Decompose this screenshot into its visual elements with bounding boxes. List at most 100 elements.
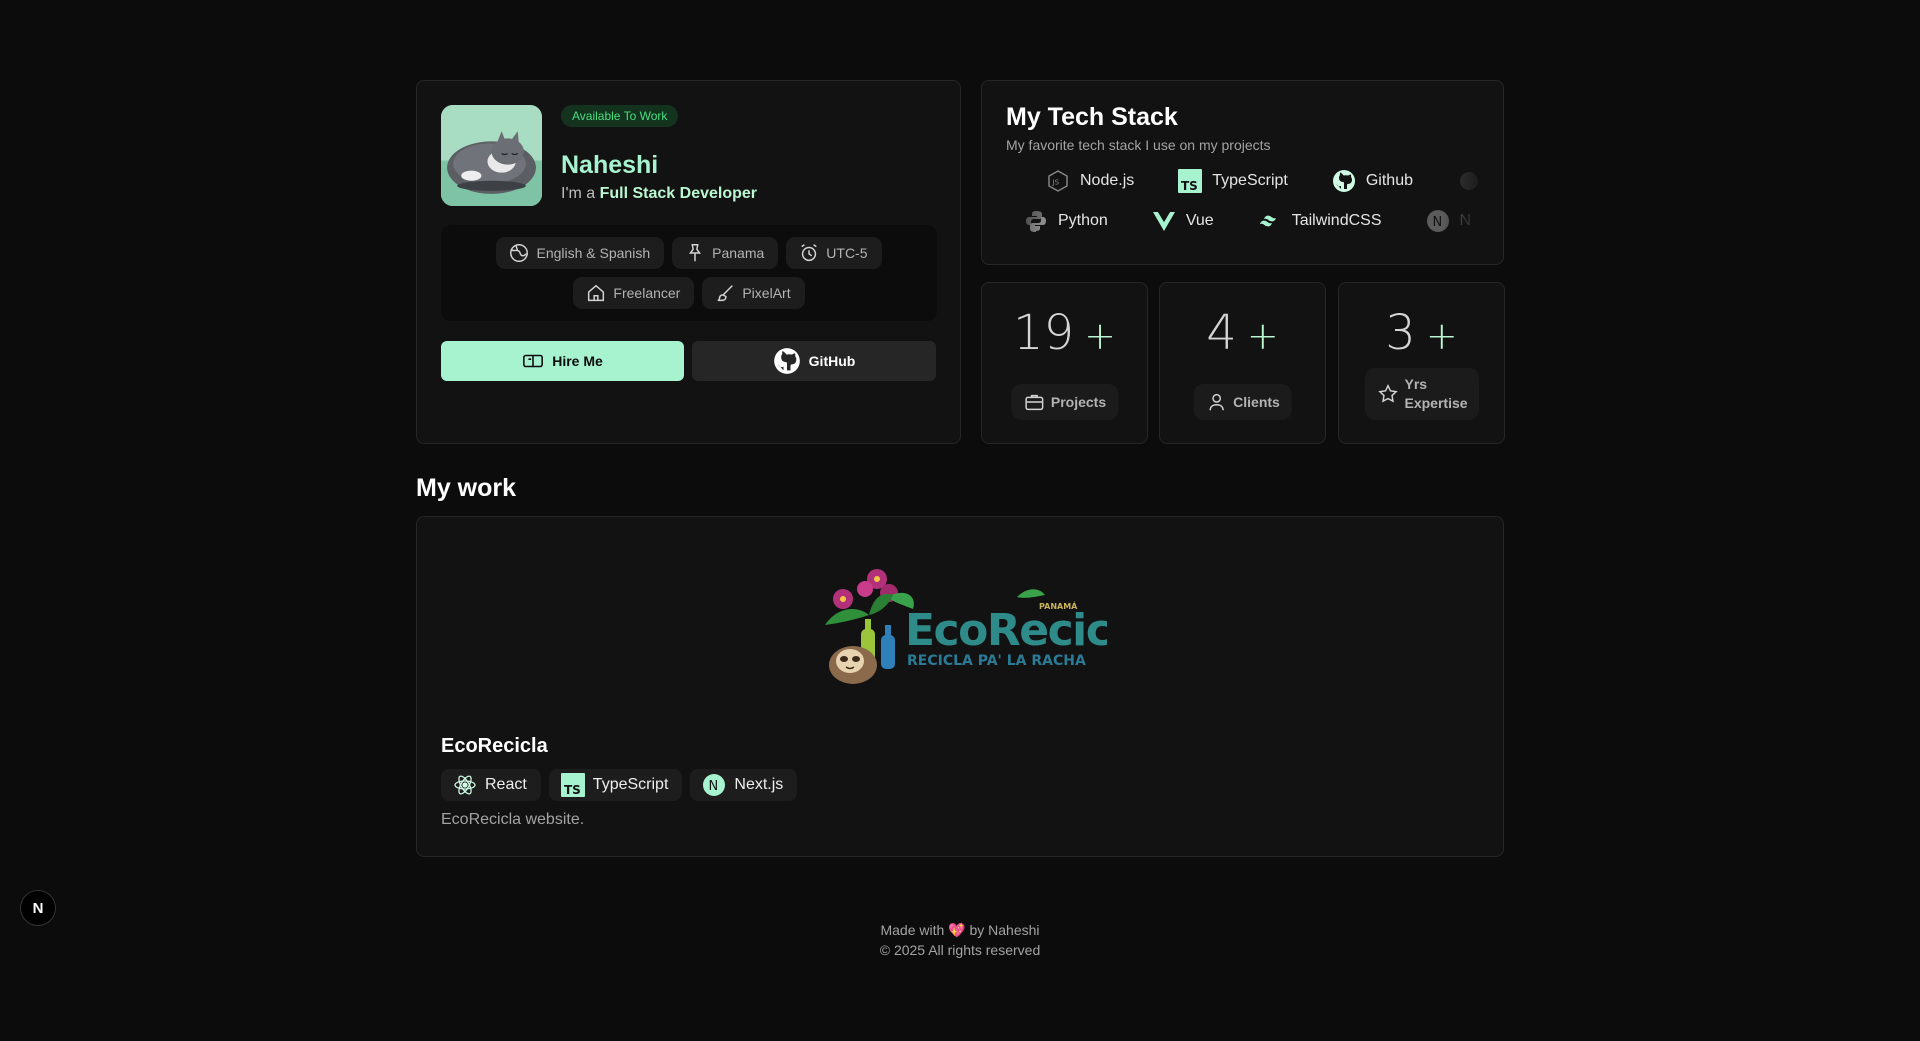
project-tag-label: TypeScript <box>592 776 669 793</box>
stat-card-years: 3 + Yrs Expertise <box>1338 282 1505 444</box>
logo-tagline: RECICLA PA' LA RACHA <box>907 653 1086 669</box>
user-icon <box>1209 393 1224 411</box>
tag-label: English & Spanish <box>536 245 651 261</box>
stat-suffix: + <box>1425 314 1458 358</box>
stack-item-tailwind: TailwindCSS <box>1258 209 1382 233</box>
brush-icon <box>717 285 734 302</box>
stack-label: TailwindCSS <box>1291 212 1382 229</box>
hire-me-button[interactable]: Hire Me <box>441 341 684 381</box>
svg-text:N: N <box>709 779 719 794</box>
role-prefix: I'm a <box>561 185 596 202</box>
star-icon <box>1377 384 1398 403</box>
home-icon <box>588 284 605 302</box>
stat-value: 19 + <box>982 305 1147 361</box>
tech-stack-row: Python Vue TailwindCSS N N <box>1024 209 1471 233</box>
stack-item-nextjs: N N <box>1426 209 1472 233</box>
project-tags: React TS TypeScript N Next.js <box>441 769 798 801</box>
alarm-clock-icon <box>801 244 818 262</box>
svg-text:TS: TS <box>564 783 581 797</box>
footer-credit: Made with 💖 by Naheshi <box>0 922 1920 939</box>
profile-card: Available To Work Naheshi I'm a Full Sta… <box>416 80 961 444</box>
tech-stack-title: My Tech Stack <box>1006 103 1178 131</box>
profile-name: Naheshi <box>561 151 659 179</box>
nodejs-icon: JS <box>1048 170 1068 192</box>
typescript-icon: TS <box>1178 169 1203 193</box>
tag-label: PixelArt <box>742 285 791 301</box>
project-tag-typescript: TS TypeScript <box>548 769 683 801</box>
tag-label: UTC-5 <box>826 245 868 261</box>
circle-icon <box>1459 172 1478 190</box>
profile-tags-row: English & Spanish Panama UTC-5 <box>496 237 882 269</box>
stat-label-text: Clients <box>1233 394 1280 410</box>
stat-value: 3 + <box>1339 305 1504 361</box>
project-card-ecorecicla[interactable]: PANAMÁ EcoRecicla RECICLA PA' LA RACHA E… <box>416 516 1504 857</box>
heart-icon: 💖 <box>948 922 966 938</box>
role-title: Full Stack Developer <box>599 185 758 202</box>
github-button[interactable]: GitHub <box>692 341 936 381</box>
avatar <box>441 105 542 206</box>
hire-me-label: Hire Me <box>552 353 603 369</box>
stat-card-projects: 19 + Projects <box>981 282 1148 444</box>
stack-item-typescript: TS TypeScript <box>1178 169 1288 193</box>
project-tag-nextjs: N Next.js <box>690 769 798 801</box>
project-description: EcoRecicla website. <box>441 811 585 828</box>
project-title: EcoRecicla <box>441 735 548 757</box>
tech-stack-subtitle: My favorite tech stack I use on my proje… <box>1006 137 1271 153</box>
footer-made-with: Made with <box>880 922 945 938</box>
svg-text:JS: JS <box>1052 179 1060 187</box>
stack-label: Github <box>1365 172 1413 189</box>
footer-copyright: © 2025 All rights reserved <box>879 942 1041 958</box>
tech-stack-row: JS Node.js TS TypeScript Github <box>1046 169 1481 193</box>
stat-card-clients: 4 + Clients <box>1159 282 1326 444</box>
stat-number: 19 <box>1013 305 1075 361</box>
stat-label-clients: Clients <box>1193 384 1292 420</box>
stack-label: TypeScript <box>1212 172 1288 189</box>
tag-hobby: PixelArt <box>702 277 805 309</box>
stat-suffix: + <box>1246 314 1279 358</box>
tech-stack-marquee: JS Node.js TS TypeScript Github Python V… <box>982 161 1503 251</box>
profile-tags: English & Spanish Panama UTC-5 Freelance… <box>441 225 937 321</box>
svg-text:N: N <box>1432 215 1442 230</box>
tech-stack-card: My Tech Stack My favorite tech stack I u… <box>981 80 1504 265</box>
python-icon <box>1026 211 1046 232</box>
stat-label-years: Yrs Expertise <box>1364 368 1479 420</box>
project-tag-label: Next.js <box>734 776 784 793</box>
stack-item-vue: Vue <box>1152 209 1214 233</box>
project-tag-react: React <box>441 769 541 801</box>
github-icon <box>1332 170 1355 192</box>
react-icon <box>454 775 476 795</box>
stack-item-github: Github <box>1332 169 1413 193</box>
tag-languages: English & Spanish <box>496 237 665 269</box>
stack-label: Node.js <box>1080 172 1135 189</box>
ecorecicla-logo: PANAMÁ EcoRecicla RECICLA PA' LA RACHA <box>825 569 1107 684</box>
my-work-title: My work <box>416 474 517 502</box>
stat-number: 3 <box>1385 305 1416 361</box>
tag-label: Panama <box>712 245 765 261</box>
stat-label-text: Projects <box>1050 394 1107 410</box>
tag-timezone: UTC-5 <box>786 237 882 269</box>
briefcase-icon <box>1024 394 1043 411</box>
stack-item-partial <box>1457 169 1481 193</box>
stack-item-nodejs: JS Node.js <box>1046 169 1134 193</box>
stat-suffix: + <box>1084 314 1116 358</box>
tag-role: Freelancer <box>573 277 695 309</box>
stack-label: Python <box>1058 212 1108 229</box>
github-icon <box>773 348 800 374</box>
sleeping-cat-image <box>441 105 542 206</box>
globe-icon <box>510 244 529 262</box>
mailbox-icon <box>523 354 544 368</box>
nextjs-icon: N <box>1426 210 1449 232</box>
project-tag-label: React <box>485 776 527 793</box>
tailwind-icon <box>1259 215 1276 227</box>
marquee-fade-left <box>982 161 1042 251</box>
nextjs-dev-indicator[interactable]: N <box>20 890 56 926</box>
stat-number: 4 <box>1206 305 1237 361</box>
svg-text:TS: TS <box>1181 179 1198 193</box>
profile-role: I'm a Full Stack Developer <box>561 185 757 203</box>
stat-label-projects: Projects <box>1010 384 1119 420</box>
logo-text: EcoRecicla <box>905 605 1107 656</box>
stack-label: N <box>1459 212 1472 229</box>
tag-location: Panama <box>672 237 779 269</box>
nextjs-icon: N <box>703 774 726 796</box>
profile-tags-row: Freelancer PixelArt <box>573 277 805 309</box>
